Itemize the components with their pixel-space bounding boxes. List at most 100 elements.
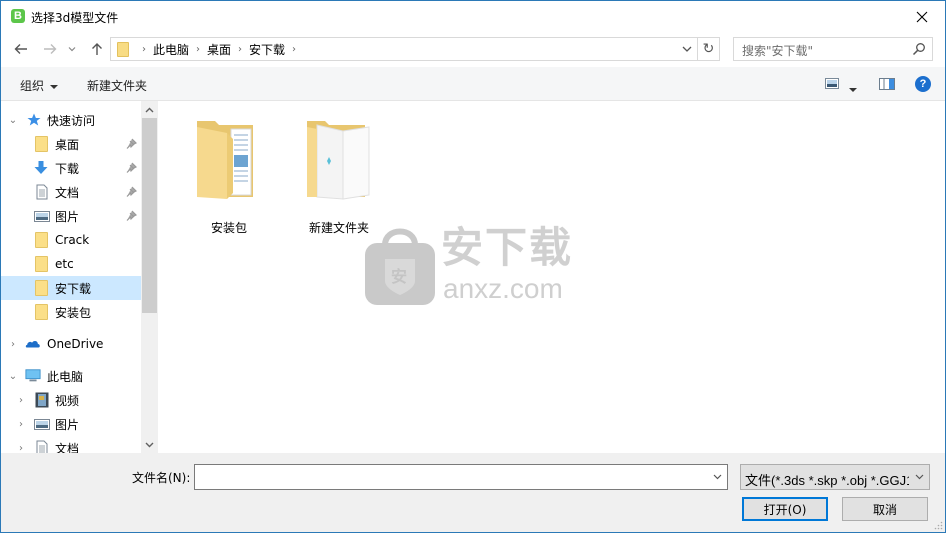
file-list[interactable]: 安装包 新建文件夹 安 安下载 anxz.com xyxy=(158,101,945,453)
chevron-right-icon[interactable]: › xyxy=(15,443,27,454)
file-name: 安装包 xyxy=(210,221,247,235)
file-item-new-folder[interactable]: 新建文件夹 xyxy=(296,113,382,235)
file-item-install-package[interactable]: 安装包 xyxy=(186,113,272,235)
navpane-scrollbar[interactable] xyxy=(141,101,158,453)
view-options-dropdown[interactable] xyxy=(849,82,857,96)
file-type-dropdown[interactable] xyxy=(911,465,927,489)
tree-item-desktop[interactable]: 桌面 xyxy=(1,132,141,156)
tree-label: etc xyxy=(55,257,74,271)
close-button[interactable] xyxy=(899,1,945,33)
video-icon xyxy=(35,392,49,408)
address-bar[interactable]: › 此电脑 › 桌面 › 安下载 › xyxy=(110,37,698,61)
chevron-right-icon[interactable]: › xyxy=(7,339,19,350)
caret-down-icon xyxy=(50,84,59,89)
title-bar: B 选择3d模型文件 xyxy=(1,1,945,33)
forward-arrow-icon xyxy=(44,44,57,54)
filename-history-dropdown[interactable] xyxy=(707,465,727,489)
new-folder-button[interactable]: 新建文件夹 xyxy=(87,77,147,94)
up-arrow-icon xyxy=(92,43,102,55)
organize-label: 组织 xyxy=(20,79,45,93)
tree-item-pc-documents[interactable]: › 文档 xyxy=(1,436,141,453)
forward-button[interactable] xyxy=(39,38,61,60)
tree-label: 文档 xyxy=(55,441,80,454)
breadcrumb-desktop[interactable]: 桌面 xyxy=(207,41,231,58)
tree-item-anxiazai[interactable]: 安下载 xyxy=(1,276,141,300)
chevron-right-icon[interactable]: › xyxy=(15,395,27,406)
tree-item-downloads[interactable]: 下载 xyxy=(1,156,141,180)
chevron-right-icon[interactable]: › xyxy=(15,419,27,430)
bottom-panel: 文件名(N): 文件(*.3ds *.skp *.obj *.GGJ1 打开(O… xyxy=(1,453,945,532)
tree-item-videos[interactable]: › 视频 xyxy=(1,388,141,412)
folder-icon xyxy=(34,136,50,152)
pin-icon[interactable] xyxy=(125,210,137,222)
filename-input[interactable] xyxy=(194,464,728,490)
search-placeholder: 搜索"安下载" xyxy=(742,44,814,58)
crumb-separator-icon[interactable]: › xyxy=(142,44,146,55)
file-type-value: 文件(*.3ds *.skp *.obj *.GGJ1 xyxy=(745,473,909,488)
search-icon xyxy=(912,43,925,56)
organize-menu-button[interactable]: 组织 xyxy=(20,77,59,94)
watermark-en-text: anxz.com xyxy=(443,273,563,304)
breadcrumb-this-pc[interactable]: 此电脑 xyxy=(153,41,189,58)
change-view-button[interactable] xyxy=(825,78,839,92)
scroll-down-button[interactable] xyxy=(141,436,158,453)
folder-with-documents-icon xyxy=(197,121,253,199)
chevron-down-icon xyxy=(145,442,154,447)
folder-icon xyxy=(34,232,50,248)
tree-label: 下载 xyxy=(55,161,80,176)
tree-label: 视频 xyxy=(55,393,80,408)
tree-item-onedrive[interactable]: › OneDrive xyxy=(1,332,141,356)
tree-item-etc[interactable]: etc xyxy=(1,252,141,276)
address-history-dropdown[interactable] xyxy=(677,38,697,60)
document-icon xyxy=(36,184,48,200)
preview-pane-button[interactable] xyxy=(879,78,895,93)
pin-icon[interactable] xyxy=(125,138,137,150)
onedrive-cloud-icon xyxy=(25,340,40,348)
tree-label: Crack xyxy=(55,233,90,247)
folder-with-paper-icon xyxy=(307,121,370,200)
chevron-expanded-icon[interactable]: ⌄ xyxy=(7,115,19,126)
tree-item-this-pc[interactable]: ⌄ 此电脑 xyxy=(1,364,141,388)
tree-item-documents[interactable]: 文档 xyxy=(1,180,141,204)
file-open-dialog: B 选择3d模型文件 › 此电脑 › 桌面 › 安下载 › ↻ 搜索"安下载" … xyxy=(0,0,946,533)
scroll-thumb[interactable] xyxy=(142,118,157,313)
search-input[interactable]: 搜索"安下载" xyxy=(733,37,933,61)
crumb-separator-icon[interactable]: › xyxy=(238,44,242,55)
chevron-expanded-icon[interactable]: ⌄ xyxy=(7,371,19,382)
folder-icon xyxy=(117,42,129,57)
pin-icon[interactable] xyxy=(125,162,137,174)
recent-locations-button[interactable] xyxy=(64,38,80,60)
back-arrow-icon xyxy=(14,44,27,54)
file-type-select[interactable]: 文件(*.3ds *.skp *.obj *.GGJ1 xyxy=(740,464,930,490)
chevron-down-icon xyxy=(713,474,721,480)
tree-label: OneDrive xyxy=(47,337,104,351)
tree-item-pc-pictures[interactable]: › 图片 xyxy=(1,412,141,436)
crumb-separator-icon[interactable]: › xyxy=(292,44,296,55)
tree-item-quick-access[interactable]: ⌄ 快速访问 xyxy=(1,108,141,132)
document-icon xyxy=(36,440,48,453)
help-button[interactable]: ? xyxy=(915,76,931,92)
back-button[interactable] xyxy=(10,38,32,60)
pictures-icon xyxy=(34,211,50,222)
scroll-up-button[interactable] xyxy=(141,101,158,118)
crumb-separator-icon[interactable]: › xyxy=(196,44,200,55)
pin-icon[interactable] xyxy=(125,186,137,198)
resize-grip-icon[interactable] xyxy=(933,520,943,530)
refresh-button[interactable]: ↻ xyxy=(698,37,720,61)
cancel-button[interactable]: 取消 xyxy=(842,497,928,521)
tree-item-crack[interactable]: Crack xyxy=(1,228,141,252)
up-button[interactable] xyxy=(86,38,108,60)
tree-label: 图片 xyxy=(55,209,80,224)
caret-down-icon xyxy=(849,87,857,92)
pictures-icon xyxy=(34,419,50,430)
refresh-icon: ↻ xyxy=(702,41,715,57)
folder-icon xyxy=(34,304,50,320)
breadcrumb: › 此电脑 › 桌面 › 安下载 › xyxy=(135,38,303,60)
chevron-up-icon xyxy=(145,107,154,112)
tree-item-pictures[interactable]: 图片 xyxy=(1,204,141,228)
command-bar: 组织 新建文件夹 ? xyxy=(1,67,945,101)
breadcrumb-anxiazai[interactable]: 安下载 xyxy=(249,41,285,58)
tree-item-install-package[interactable]: 安装包 xyxy=(1,300,141,324)
open-button[interactable]: 打开(O) xyxy=(742,497,828,521)
close-icon xyxy=(916,11,928,23)
